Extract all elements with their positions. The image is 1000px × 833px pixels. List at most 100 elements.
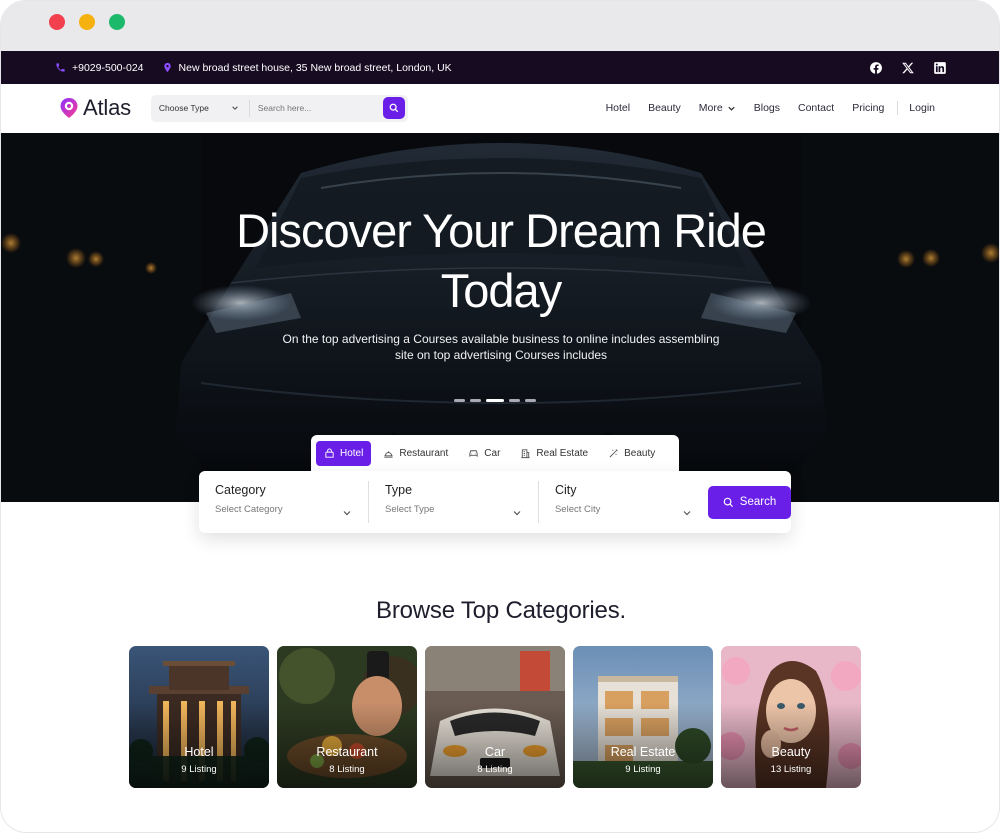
logo-text: Atlas	[83, 95, 131, 120]
logo-pin-icon	[60, 98, 78, 118]
choose-type-label: Choose Type	[158, 103, 209, 113]
car-icon	[469, 450, 478, 457]
tab-restaurant[interactable]: Restaurant	[375, 441, 456, 466]
main-menu: Hotel Beauty More Blogs Contact Pricing …	[588, 101, 935, 115]
minimize-window-button[interactable]	[79, 14, 95, 30]
choose-type-select[interactable]: Choose Type	[158, 99, 250, 117]
menu-item-beauty[interactable]: Beauty	[648, 102, 681, 114]
menu-item-more-label: More	[698, 102, 723, 114]
linkedin-icon[interactable]	[933, 61, 947, 75]
restaurant-icon	[384, 451, 393, 458]
menu-divider	[897, 101, 899, 115]
card-title: Car	[484, 745, 506, 759]
search-panel: Category Select Category Type Select Typ…	[199, 471, 791, 533]
chevron-down-icon	[343, 511, 351, 516]
top-info-bar: +9029-500-024 New broad street house, 35…	[1, 51, 999, 84]
menu-item-pricing[interactable]: Pricing	[852, 102, 884, 114]
chevron-down-icon	[683, 511, 691, 516]
card-listing-count: 8 Listing	[477, 764, 513, 775]
type-label: Type	[384, 483, 413, 497]
search-icon	[389, 103, 399, 113]
field-divider	[538, 481, 539, 523]
main-navbar: Atlas Choose Type Hotel Beauty More Blog…	[1, 84, 999, 132]
card-title: Real Estate	[610, 745, 676, 759]
slider-dot[interactable]	[470, 399, 481, 402]
tab-car[interactable]: Car	[460, 441, 508, 466]
tab-real-estate[interactable]: Real Estate	[512, 441, 596, 466]
city-label: City	[554, 483, 577, 497]
social-links	[869, 61, 947, 75]
hero-subtitle-line-1: On the top advertising a Courses availab…	[282, 332, 720, 346]
tab-beauty-label: Beauty	[624, 448, 656, 459]
search-button[interactable]	[382, 97, 405, 119]
slider-dot[interactable]	[525, 399, 536, 402]
maximize-window-button[interactable]	[109, 14, 125, 30]
phone-icon	[56, 63, 65, 72]
menu-item-more[interactable]: More	[699, 102, 736, 114]
city-select[interactable]: City Select City	[555, 481, 692, 523]
slider-dot[interactable]	[509, 399, 520, 402]
search-submit-button[interactable]: Search	[708, 485, 791, 519]
building-icon	[521, 449, 531, 459]
card-title: Beauty	[771, 745, 811, 759]
field-divider	[368, 481, 369, 523]
tab-beauty[interactable]: Beauty	[600, 441, 663, 466]
chevron-down-icon	[232, 106, 238, 110]
category-card-beauty[interactable]: Beauty 13 Listing	[721, 646, 861, 788]
listing-type-tabs: Hotel Restaurant Car Real Estate Beauty	[311, 435, 679, 472]
location-pin-icon	[163, 62, 171, 73]
category-card-real-estate[interactable]: Real Estate 9 Listing	[573, 646, 713, 788]
menu-item-hotel[interactable]: Hotel	[606, 102, 631, 114]
hero-subtitle: On the top advertising a Courses availab…	[271, 331, 731, 363]
categories-heading: Browse Top Categories.	[376, 597, 626, 624]
search-input[interactable]	[249, 103, 383, 113]
chevron-down-icon	[728, 106, 735, 111]
address-info: New broad street house, 35 New broad str…	[162, 62, 452, 74]
hero-title: Discover Your Dream Ride Today	[1, 201, 999, 321]
menu-item-contact[interactable]: Contact	[798, 102, 834, 114]
close-window-button[interactable]	[49, 14, 65, 30]
tab-hotel-label: Hotel	[340, 448, 364, 459]
slider-dot[interactable]	[454, 399, 465, 402]
tab-car-label: Car	[484, 448, 501, 459]
menu-item-blogs[interactable]: Blogs	[754, 102, 780, 114]
hero-title-line-2: Today	[440, 264, 562, 317]
card-title: Hotel	[184, 745, 214, 759]
phone-number: +9029-500-024	[72, 61, 144, 74]
category-card-hotel[interactable]: Hotel 9 Listing	[129, 646, 269, 788]
login-link[interactable]: Login	[909, 102, 935, 114]
site-logo[interactable]: Atlas	[59, 95, 131, 121]
category-value: Select Category	[215, 504, 283, 515]
card-listing-count: 8 Listing	[329, 764, 365, 775]
category-label: Category	[215, 483, 266, 497]
card-listing-count: 9 Listing	[625, 764, 661, 775]
tab-hotel[interactable]: Hotel	[316, 441, 372, 466]
category-card-car[interactable]: Car 8 Listing	[425, 646, 565, 788]
x-twitter-icon[interactable]	[901, 61, 915, 75]
hero-title-line-1: Discover Your Dream Ride	[236, 204, 767, 257]
category-card-restaurant[interactable]: Restaurant 8 Listing	[277, 646, 417, 788]
hero-subtitle-line-2: site on top advertising Courses includes	[394, 348, 608, 362]
type-select[interactable]: Type Select Type	[385, 481, 522, 523]
card-listing-count: 13 Listing	[770, 764, 812, 775]
slider-pagination	[454, 399, 536, 402]
browser-window: +9029-500-024 New broad street house, 35…	[0, 0, 1000, 833]
header-search: Choose Type	[150, 94, 408, 122]
search-submit-label: Search	[739, 496, 777, 508]
chevron-down-icon	[513, 511, 521, 516]
phone-info[interactable]: +9029-500-024	[55, 62, 144, 74]
search-icon	[723, 497, 733, 507]
slider-dot-active[interactable]	[486, 399, 504, 402]
type-value: Select Type	[384, 504, 435, 515]
card-title: Restaurant	[316, 745, 378, 759]
tab-restaurant-label: Restaurant	[399, 448, 449, 459]
address-text: New broad street house, 35 New broad str…	[178, 61, 452, 74]
category-cards: Hotel 9 Listing Restaurant 8 Listing Car…	[129, 646, 861, 788]
tab-real-estate-label: Real Estate	[536, 448, 589, 459]
category-select[interactable]: Category Select Category	[215, 481, 352, 523]
facebook-icon[interactable]	[869, 61, 883, 75]
card-listing-count: 9 Listing	[181, 764, 217, 775]
hotel-icon	[325, 448, 334, 458]
city-value: Select City	[554, 504, 601, 515]
browser-chrome	[1, 1, 999, 51]
